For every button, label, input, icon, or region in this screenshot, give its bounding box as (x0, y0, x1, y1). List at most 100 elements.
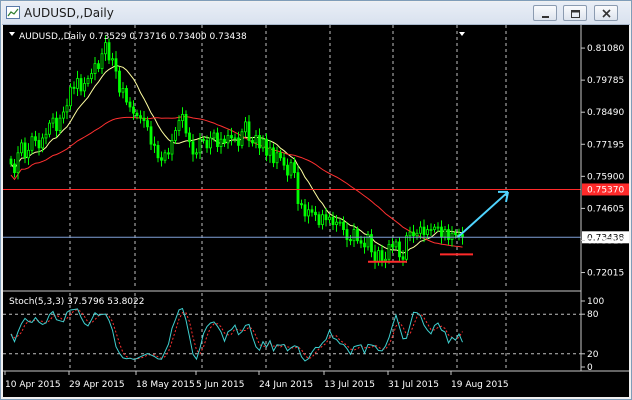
candle-body (293, 162, 296, 174)
candle-body (349, 239, 352, 242)
candle-body (391, 244, 394, 248)
chart-menu-triangle-icon[interactable] (9, 32, 15, 36)
candle-body (310, 209, 314, 213)
candle-body (345, 229, 349, 240)
moving-averages (10, 64, 463, 254)
candle-body (342, 221, 345, 230)
candle-body (450, 232, 454, 240)
candle-body (177, 120, 181, 131)
candle-body (373, 251, 377, 263)
candle-body (247, 121, 251, 141)
candle-body (237, 137, 240, 146)
chart-window-icon (6, 6, 20, 19)
stoch-tick-label: 80 (587, 310, 599, 320)
candle-body (384, 258, 387, 261)
candle-body (79, 78, 83, 92)
candle-body (331, 216, 335, 226)
candle-body (394, 241, 398, 248)
time-tick-label: 10 Apr 2015 (5, 380, 61, 390)
candle-body (377, 250, 380, 263)
maximize-button[interactable] (563, 5, 587, 21)
candle-body (233, 137, 237, 140)
candle-body (111, 58, 114, 61)
candle-body (352, 229, 356, 242)
candle-body (153, 143, 156, 146)
candle-body (366, 234, 370, 248)
chart-shift-triangle-icon[interactable] (459, 32, 465, 36)
candle-body (363, 242, 366, 248)
candle-body (429, 229, 433, 231)
candle-body (317, 214, 321, 226)
ohlc-header: AUDUSD,,Daily 0.73529 0.73716 0.73400 0.… (19, 32, 247, 42)
candle-body (27, 149, 30, 159)
candle-body (48, 122, 51, 135)
candle-body (146, 120, 149, 128)
price-chart[interactable]: 0.753700.73438 10080200 10 Apr 2015 29 Ap… (3, 25, 629, 397)
candle-body (412, 231, 415, 237)
candle-body (65, 105, 69, 113)
candle-body (282, 157, 286, 166)
stoch-header: Stoch(5,3,3) 37.5796 53.8022 (9, 297, 144, 307)
candle-body (198, 138, 202, 154)
projection-arrow[interactable] (457, 191, 509, 238)
candle-body (240, 131, 244, 146)
candle-body (440, 226, 443, 238)
candle-body (426, 229, 429, 235)
candle-body (100, 53, 104, 70)
candle-body (321, 214, 324, 226)
candle-body (265, 138, 268, 156)
candle-body (209, 137, 212, 149)
close-button[interactable] (594, 5, 618, 21)
time-tick-label: 24 Jun 2015 (259, 380, 313, 390)
candle-body (23, 142, 27, 159)
stochastic-panel: 10080200 (3, 297, 604, 373)
candle-body (443, 229, 447, 238)
candle-body (142, 117, 146, 122)
candle-body (303, 204, 307, 217)
candle-body (212, 132, 216, 139)
candles (9, 35, 464, 269)
price-tick-label: 0.79785 (587, 76, 624, 86)
fast-moving-average-line (10, 64, 463, 254)
candle-body (90, 73, 93, 79)
stoch-tick-label: 20 (587, 350, 599, 360)
stoch-signal-line (10, 308, 463, 360)
candle-body (223, 138, 226, 144)
level-price-label: 0.75370 (587, 185, 624, 195)
candle-body (359, 240, 363, 244)
price-tick-label: 0.78490 (587, 108, 624, 118)
candle-body (128, 101, 132, 108)
candle-body (286, 164, 289, 176)
candle-body (436, 226, 440, 229)
price-tick-label: 0.75900 (587, 172, 624, 182)
candle-body (454, 232, 457, 235)
candle-body (170, 140, 174, 155)
candle-body (114, 58, 118, 72)
candle-body (55, 117, 58, 131)
candle-body (156, 144, 160, 159)
title-bar[interactable]: AUDUSD,,Daily (2, 2, 630, 25)
candle-body (251, 140, 254, 144)
candle-body (328, 216, 331, 221)
candle-body (422, 226, 426, 235)
price-tick-label: 0.77195 (587, 140, 624, 150)
candle-body (107, 42, 111, 61)
candle-body (338, 221, 342, 224)
candle-body (163, 152, 167, 161)
candle-body (314, 211, 317, 216)
candle-body (184, 114, 188, 134)
candle-body (181, 114, 184, 122)
candle-body (398, 241, 401, 258)
candle-body (125, 88, 128, 103)
candle-body (433, 226, 436, 230)
candle-body (307, 209, 310, 217)
chart-area[interactable]: 0.75370 0.73438 100 80 20 0 10 Apr 2015 29 Ap… (3, 25, 629, 397)
candle-body (230, 135, 233, 139)
price-tick-label: 0.81080 (587, 44, 624, 54)
candle-body (226, 135, 230, 144)
minimize-button[interactable] (533, 5, 557, 21)
candle-body (258, 135, 261, 149)
candle-body (135, 112, 139, 117)
candle-body (62, 111, 65, 119)
candle-body (202, 138, 205, 141)
